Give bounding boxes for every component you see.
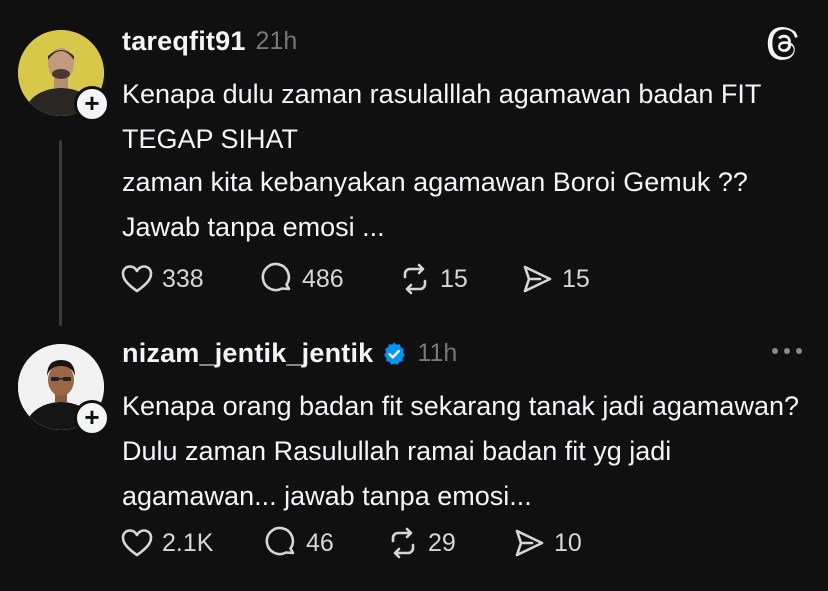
post-header: tareqfit91 21h [122, 26, 297, 57]
repost-count: 29 [428, 528, 456, 557]
heart-icon [121, 529, 153, 557]
post-header: nizam_jentik_jentik 11h [122, 338, 457, 369]
like-button[interactable]: 338 [120, 262, 260, 296]
reply-count: 46 [306, 528, 334, 557]
reply-button[interactable]: 46 [264, 526, 386, 560]
post-text: Kenapa orang badan fit sekarang tanak ja… [122, 391, 799, 511]
reply-count: 486 [302, 264, 344, 293]
send-icon [515, 529, 544, 557]
reply-button[interactable]: 486 [260, 262, 398, 296]
repost-button[interactable]: 15 [398, 262, 520, 296]
username[interactable]: nizam_jentik_jentik [122, 338, 373, 369]
comment-icon [265, 526, 295, 556]
thread-connector-line [59, 140, 62, 326]
post-text: Kenapa dulu zaman rasulalllah agamawan b… [122, 79, 761, 154]
follow-plus-button[interactable]: + [74, 400, 110, 436]
action-bar: 2.1K 46 29 10 [120, 526, 582, 560]
repost-icon [403, 263, 427, 295]
like-count: 2.1K [162, 528, 214, 557]
share-button[interactable]: 10 [512, 526, 582, 560]
like-count: 338 [162, 264, 204, 293]
comment-icon [261, 262, 291, 292]
repost-icon [391, 527, 415, 559]
thread-post: + nizam_jentik_jentik 11h Kenapa orang b… [0, 330, 828, 591]
more-options-icon[interactable] [772, 348, 802, 354]
follow-plus-button[interactable]: + [74, 86, 110, 122]
share-button[interactable]: 15 [520, 262, 590, 296]
send-icon [523, 265, 552, 293]
repost-count: 15 [440, 264, 468, 293]
timestamp[interactable]: 11h [417, 339, 457, 368]
timestamp[interactable]: 21h [256, 27, 298, 56]
action-bar: 338 486 15 15 [120, 262, 590, 296]
verified-badge-icon [384, 342, 406, 365]
threads-logo-icon [766, 26, 802, 62]
repost-button[interactable]: 29 [386, 526, 512, 560]
thread-post: + tareqfit91 21h Kenapa dulu zaman rasul… [0, 0, 828, 330]
heart-icon [121, 265, 153, 293]
like-button[interactable]: 2.1K [120, 526, 264, 560]
share-count: 15 [562, 264, 590, 293]
share-count: 10 [554, 528, 582, 557]
username[interactable]: tareqfit91 [122, 26, 246, 57]
post-text: zaman kita kebanyakan agamawan Boroi Gem… [122, 167, 748, 242]
